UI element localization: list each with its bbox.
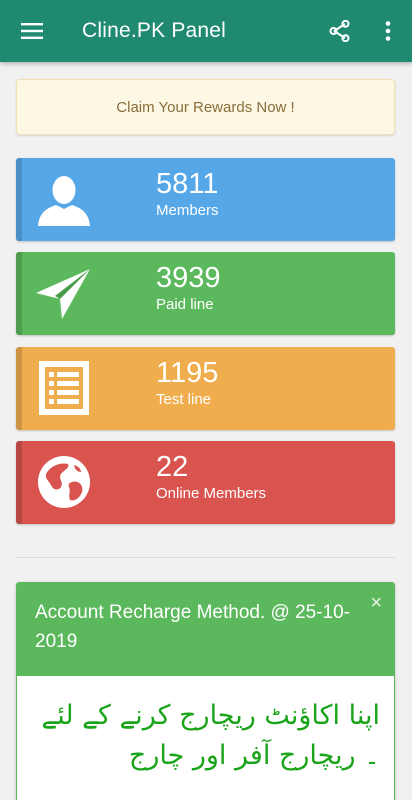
panel-title: Account Recharge Method. @ 25-10-2019 xyxy=(35,602,351,652)
section-divider xyxy=(16,557,395,558)
stat-card-online-members[interactable]: 22 Online Members xyxy=(16,441,395,524)
menu-button[interactable] xyxy=(0,0,64,62)
online-members-count: 22 xyxy=(156,451,189,483)
stat-card-paid-line[interactable]: 3939 Paid line xyxy=(16,252,395,335)
globe-icon xyxy=(38,456,90,508)
members-count: 5811 xyxy=(156,168,219,200)
stat-card-test-line[interactable]: 1195 Test line xyxy=(16,347,395,430)
app-bar: Cline.PK Panel xyxy=(0,0,412,62)
card-accent xyxy=(16,441,22,524)
panel-header: Account Recharge Method. @ 25-10-2019 × xyxy=(17,583,394,676)
test-line-count: 1195 xyxy=(156,357,219,389)
paper-plane-icon xyxy=(36,269,90,319)
more-vert-icon xyxy=(385,21,391,41)
card-accent xyxy=(16,347,22,430)
card-accent xyxy=(16,252,22,335)
paid-line-label: Paid line xyxy=(156,296,214,313)
more-options-button[interactable] xyxy=(364,0,412,62)
dashboard-content[interactable]: Claim Your Rewards Now ! 5811 Members 39… xyxy=(0,62,412,800)
user-icon xyxy=(38,176,90,226)
close-icon[interactable]: × xyxy=(370,593,382,613)
panel-body-text: اپنا اکاؤنٹ ریچارج کرنے کے لئے ۔ ریچارج … xyxy=(41,700,380,771)
card-accent xyxy=(16,158,22,241)
share-button[interactable] xyxy=(316,0,364,62)
share-icon xyxy=(329,20,350,42)
recharge-method-panel: Account Recharge Method. @ 25-10-2019 × … xyxy=(16,582,395,800)
rewards-notice-text: Claim Your Rewards Now ! xyxy=(116,98,295,116)
test-line-label: Test line xyxy=(156,391,212,408)
list-icon xyxy=(39,361,89,415)
stat-card-members[interactable]: 5811 Members xyxy=(16,158,395,241)
menu-icon xyxy=(21,23,43,39)
online-members-label: Online Members xyxy=(156,485,267,502)
app-title: Cline.PK Panel xyxy=(82,19,227,42)
rewards-notice[interactable]: Claim Your Rewards Now ! xyxy=(16,79,395,135)
paid-line-count: 3939 xyxy=(156,262,221,294)
members-label: Members xyxy=(156,202,219,219)
